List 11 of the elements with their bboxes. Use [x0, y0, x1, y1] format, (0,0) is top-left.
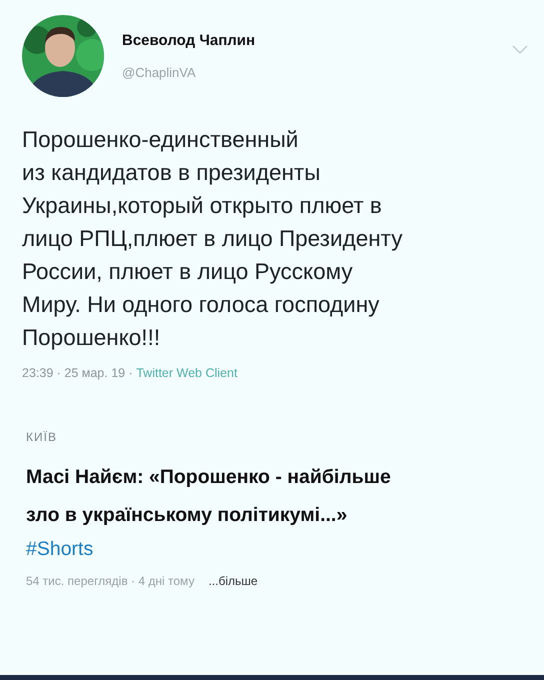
hashtag-link[interactable]: #Shorts: [26, 534, 544, 564]
tweet-text: Порошенко-единственный из кандидатов в президенты Украины,который открыто плюет в лицо РПЦ,плюет в лицо Президенту России, плюет в лицо Русскому Миру. Ни одного голоса господину Порошенко!!!: [22, 126, 404, 352]
video-title: Масі Найєм: «Порошенко - найбільше зло в українському політикумі...»: [26, 465, 392, 528]
author-handle[interactable]: @ChaplinVA: [122, 65, 512, 80]
video-stats: 54 тис. переглядів · 4 дні тому: [26, 574, 194, 588]
more-link[interactable]: ...більше: [208, 574, 258, 588]
author-name[interactable]: Всеволод Чаплин: [122, 32, 512, 49]
chevron-down-icon[interactable]: [512, 45, 528, 55]
tweet-time: 23:39 · 25 мар. 19 ·: [22, 366, 134, 380]
location-label: КИЇВ: [26, 430, 58, 444]
source-link[interactable]: Twitter Web Client: [136, 366, 238, 380]
